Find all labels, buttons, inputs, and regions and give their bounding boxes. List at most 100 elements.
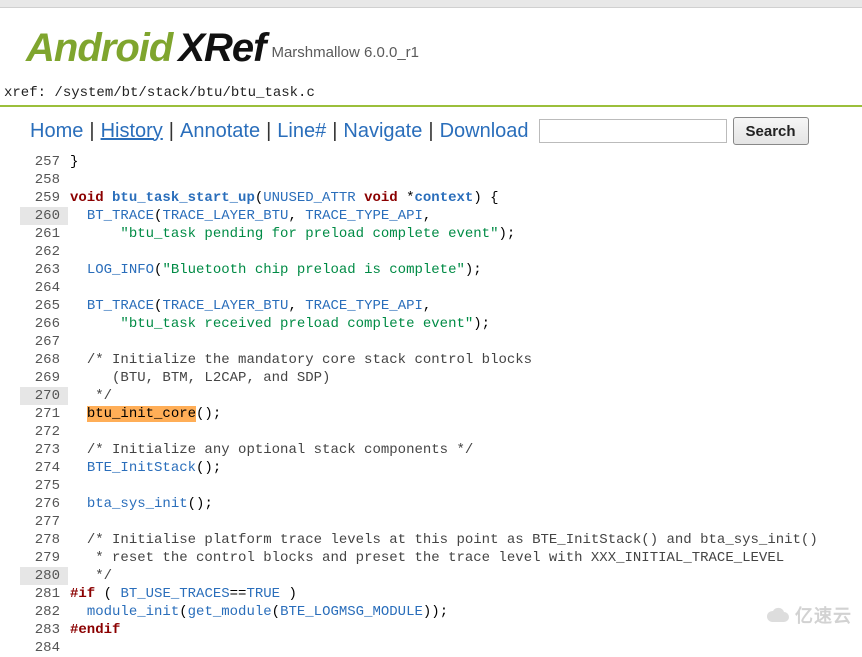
token-func[interactable]: TRACE_LAYER_BTU [162, 208, 288, 224]
code-content[interactable]: /* Initialise platform trace levels at t… [68, 531, 842, 549]
code-content[interactable]: LOG_INFO("Bluetooth chip preload is comp… [68, 261, 842, 279]
code-content[interactable] [68, 171, 842, 189]
line-number[interactable]: 278 [20, 531, 68, 549]
token-func[interactable]: BTE_LOGMSG_MODULE [280, 604, 423, 620]
nav-download[interactable]: Download [440, 120, 529, 143]
code-content[interactable] [68, 639, 842, 657]
line-number[interactable]: 277 [20, 513, 68, 531]
line-number[interactable]: 258 [20, 171, 68, 189]
code-line: 277 [20, 513, 842, 531]
code-content[interactable]: "btu_task pending for preload complete e… [68, 225, 842, 243]
code-content[interactable]: } [68, 153, 842, 171]
line-number[interactable]: 265 [20, 297, 68, 315]
site-logo[interactable]: AndroidXRef Marshmallow 6.0.0_r1 [20, 18, 842, 83]
token-func[interactable]: TRACE_TYPE_API [305, 208, 423, 224]
token-plain [70, 208, 87, 224]
code-content[interactable]: void btu_task_start_up(UNUSED_ATTR void … [68, 189, 842, 207]
line-number[interactable]: 262 [20, 243, 68, 261]
code-content[interactable]: */ [68, 387, 842, 405]
code-content[interactable]: BTE_InitStack(); [68, 459, 842, 477]
token-plain: (); [188, 496, 213, 512]
line-number[interactable]: 266 [20, 315, 68, 333]
search-input[interactable] [539, 119, 727, 143]
line-number[interactable]: 273 [20, 441, 68, 459]
line-number[interactable]: 280 [20, 567, 68, 585]
nav-annotate[interactable]: Annotate [180, 120, 260, 143]
token-ident[interactable]: context [415, 190, 474, 206]
token-func[interactable]: TRUE [246, 586, 280, 602]
code-line: 278 /* Initialise platform trace levels … [20, 531, 842, 549]
code-content[interactable]: module_init(get_module(BTE_LOGMSG_MODULE… [68, 603, 842, 621]
token-plain: (); [196, 406, 221, 422]
token-plain [70, 496, 87, 512]
token-func[interactable]: BTE_InitStack [87, 460, 196, 476]
code-content[interactable] [68, 243, 842, 261]
code-content[interactable]: bta_sys_init(); [68, 495, 842, 513]
token-plain: ); [473, 316, 490, 332]
token-func[interactable]: bta_sys_init [87, 496, 188, 512]
token-func[interactable]: module_init [87, 604, 179, 620]
code-content[interactable] [68, 477, 842, 495]
code-content[interactable]: btu_init_core(); [68, 405, 842, 423]
line-number[interactable]: 279 [20, 549, 68, 567]
code-content[interactable]: */ [68, 567, 842, 585]
token-func[interactable]: TRACE_TYPE_API [305, 298, 423, 314]
source-code-view[interactable]: 257}258 259void btu_task_start_up(UNUSED… [20, 153, 842, 657]
token-hl[interactable]: btu_init_core [87, 406, 196, 422]
token-func[interactable]: BT_TRACE [87, 208, 154, 224]
line-number[interactable]: 261 [20, 225, 68, 243]
code-content[interactable] [68, 279, 842, 297]
nav-line[interactable]: Line# [277, 120, 326, 143]
code-content[interactable]: * reset the control blocks and preset th… [68, 549, 842, 567]
line-number[interactable]: 257 [20, 153, 68, 171]
token-plain [356, 190, 364, 206]
nav-home[interactable]: Home [30, 120, 83, 143]
code-content[interactable] [68, 513, 842, 531]
line-number[interactable]: 281 [20, 585, 68, 603]
line-number[interactable]: 267 [20, 333, 68, 351]
code-content[interactable]: #endif [68, 621, 842, 639]
nav-history[interactable]: History [101, 120, 163, 143]
breadcrumb: xref: /system/bt/stack/btu/btu_task.c [2, 83, 842, 103]
line-number[interactable]: 272 [20, 423, 68, 441]
token-plain: ( [179, 604, 187, 620]
code-content[interactable]: #if ( BT_USE_TRACES==TRUE ) [68, 585, 842, 603]
line-number[interactable]: 276 [20, 495, 68, 513]
token-ident[interactable]: btu_task_start_up [112, 190, 255, 206]
code-content[interactable]: BT_TRACE(TRACE_LAYER_BTU, TRACE_TYPE_API… [68, 297, 842, 315]
token-pp: #endif [70, 622, 120, 638]
line-number[interactable]: 284 [20, 639, 68, 657]
line-number[interactable]: 264 [20, 279, 68, 297]
line-number[interactable]: 275 [20, 477, 68, 495]
line-number[interactable]: 274 [20, 459, 68, 477]
token-func[interactable]: LOG_INFO [87, 262, 154, 278]
token-func[interactable]: BT_USE_TRACES [120, 586, 229, 602]
line-number[interactable]: 271 [20, 405, 68, 423]
nav-navigate[interactable]: Navigate [343, 120, 422, 143]
code-content[interactable] [68, 423, 842, 441]
line-number[interactable]: 260 [20, 207, 68, 225]
code-content[interactable]: /* Initialize any optional stack compone… [68, 441, 842, 459]
line-number[interactable]: 269 [20, 369, 68, 387]
xref-path-value[interactable]: /system/bt/stack/btu/btu_task.c [54, 85, 314, 101]
token-plain: , [423, 208, 431, 224]
token-func[interactable]: UNUSED_ATTR [263, 190, 355, 206]
code-content[interactable] [68, 333, 842, 351]
code-content[interactable]: /* Initialize the mandatory core stack c… [68, 351, 842, 369]
line-number[interactable]: 263 [20, 261, 68, 279]
token-func[interactable]: get_module [188, 604, 272, 620]
search-button[interactable]: Search [733, 117, 809, 145]
code-content[interactable]: (BTU, BTM, L2CAP, and SDP) [68, 369, 842, 387]
line-number[interactable]: 270 [20, 387, 68, 405]
token-func[interactable]: TRACE_LAYER_BTU [162, 298, 288, 314]
token-plain: ); [498, 226, 515, 242]
code-content[interactable]: BT_TRACE(TRACE_LAYER_BTU, TRACE_TYPE_API… [68, 207, 842, 225]
code-content[interactable]: "btu_task received preload complete even… [68, 315, 842, 333]
line-number[interactable]: 268 [20, 351, 68, 369]
divider [0, 105, 862, 107]
line-number[interactable]: 283 [20, 621, 68, 639]
token-str: "btu_task pending for preload complete e… [120, 226, 498, 242]
line-number[interactable]: 259 [20, 189, 68, 207]
token-func[interactable]: BT_TRACE [87, 298, 154, 314]
line-number[interactable]: 282 [20, 603, 68, 621]
